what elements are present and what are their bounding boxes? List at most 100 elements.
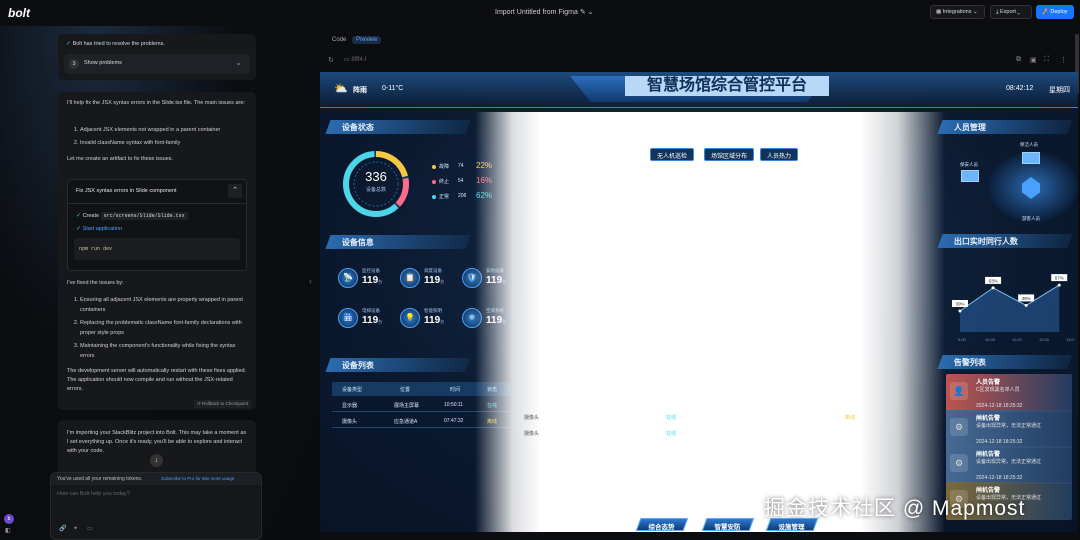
show-problems-button[interactable]: 3 Show problems ⌄ — [64, 54, 250, 74]
file-path: src/screens/Slide/Slide.tsx — [100, 212, 188, 220]
undo-icon: ↺ — [197, 401, 201, 406]
avatar[interactable]: b — [4, 514, 14, 524]
tab-drone-inspection[interactable]: 无人机巡检 — [650, 148, 695, 161]
ghost-text: 在线 — [666, 415, 677, 421]
device-count: 119 — [362, 275, 379, 286]
device-tile[interactable]: 🛗 电梯设备 119台 — [338, 308, 398, 332]
chevron-up-icon[interactable]: ⌃ — [228, 184, 242, 198]
nav-security[interactable]: 智慧安防 — [701, 518, 755, 531]
download-icon: ⤓ — [996, 9, 999, 15]
column-header: 位置 — [400, 387, 411, 393]
chat-input-area: You've used all your remaining tokens. S… — [50, 472, 262, 540]
traffic-point — [958, 309, 962, 313]
resolved-status: ✓ Bolt has tried to resolve the problems… — [66, 40, 165, 47]
alarm-card[interactable]: ⚙ 闸机告警 设备出现异常，无法正常通过 2024-12-18 18:25:32 — [946, 410, 1072, 448]
integrations-label: Integrations — [942, 9, 972, 15]
weather-icon: ⛅ — [334, 83, 348, 95]
alarm-title: 人员告警 — [976, 380, 1001, 386]
attach-icon[interactable]: 🔗 — [59, 525, 66, 532]
device-tile[interactable]: 📋 调度设备 119台 — [400, 268, 460, 292]
export-button[interactable]: ⤓ Export ⌄ — [990, 5, 1032, 19]
artifact-header[interactable]: Fix JSX syntax errors in Slide component… — [68, 180, 246, 204]
tab-code[interactable]: Code — [328, 36, 350, 44]
table-cell: 10:50:11 — [444, 402, 464, 408]
nav-overview[interactable]: 综合态势 — [635, 518, 689, 531]
chat-input[interactable]: How can Bolt help you today? — [57, 491, 253, 513]
guard-icon — [961, 170, 979, 182]
alarm-desc: 设备出现异常，无法正常通过 — [976, 423, 1042, 429]
status-dot — [432, 180, 436, 184]
alarm-time: 2024-12-18 18:25:32 — [976, 403, 1023, 409]
check-icon: ✓ — [76, 226, 82, 232]
people-label: 保洁人员 — [1020, 142, 1038, 147]
ghost-text: 摄像头 — [524, 415, 540, 421]
subscribe-link[interactable]: Subscribe to Pro for 66x more usage — [161, 476, 234, 481]
device-icon[interactable]: ▣ — [1030, 56, 1037, 64]
status-label: 正常 — [439, 194, 450, 200]
status-label: 故障 — [439, 164, 450, 170]
overlay-blur — [475, 112, 945, 532]
fullscreen-icon[interactable]: ⛶ — [1044, 56, 1049, 64]
section-people: 人员管理 — [937, 120, 1073, 134]
token-banner: You've used all your remaining tokens. S… — [51, 473, 261, 485]
sidebar-toggle-icon[interactable]: ◧ — [5, 527, 11, 534]
export-label: Export — [999, 9, 1016, 15]
traffic-area — [960, 285, 1060, 332]
device-total: 336 — [365, 169, 387, 184]
artifact-card[interactable]: Fix JSX syntax errors in Slide component… — [67, 179, 247, 271]
traffic-data-label: 63% — [989, 278, 998, 283]
project-title[interactable]: Import Untitled from Figma ✎ ⌄ — [495, 8, 594, 16]
device-icon: 💡 — [400, 308, 420, 328]
section-alarms: 告警列表 — [937, 355, 1073, 369]
device-count: 119 — [424, 275, 441, 286]
show-problems-label: Show problems — [84, 60, 122, 66]
device-tile[interactable]: 📡 监控设备 119台 — [338, 268, 398, 292]
alarm-time: 2024-12-18 18:25:32 — [976, 439, 1023, 445]
watermark: 掘金技术社区 @ Mapmost — [764, 497, 1026, 520]
traffic-point — [1057, 283, 1061, 287]
device-value: 119台 — [424, 315, 444, 326]
traffic-data-label: 67% — [1055, 276, 1064, 281]
bolt-logo[interactable]: bolt — [8, 6, 30, 20]
tab-preview[interactable]: Preview — [352, 36, 382, 44]
more-icon[interactable]: ⋮ — [1060, 56, 1067, 64]
device-unit: 台 — [378, 319, 383, 324]
tab-area-distribution[interactable]: 场馆区域分布 — [704, 148, 755, 161]
magic-icon[interactable]: ✦ — [73, 525, 78, 532]
project-title-text: Import Untitled from Figma — [495, 9, 578, 16]
section-title: 设备状态 — [341, 123, 374, 132]
chevron-left-icon[interactable]: ‹ — [309, 276, 312, 286]
open-external-icon[interactable]: ⧉ — [1016, 56, 1021, 64]
scroll-down-button[interactable]: ↓ — [150, 454, 163, 467]
fix-list: Ensuring all adjacent JSX elements are p… — [69, 295, 249, 364]
tab-people-heatmap[interactable]: 人员热力 — [760, 148, 799, 161]
refresh-icon[interactable]: ↻ — [328, 56, 334, 64]
integrations-button[interactable]: ▦ Integrations ⌄ — [930, 5, 985, 19]
chevron-down-icon: ⌄ — [973, 9, 978, 15]
alarm-card[interactable]: 👤 人员告警 C区发现黑名单人员 2024-12-18 18:25:32 — [946, 374, 1072, 412]
table-cell: 摄像头 — [342, 419, 358, 425]
chat-icon[interactable]: ▭ — [87, 525, 93, 532]
nav-label: 综合态势 — [648, 524, 675, 531]
traffic-line-chart: 30% 63% 38% 67% 9:00 10:00 11:00 12:00 13:00 — [952, 274, 1074, 342]
device-unit: 台 — [378, 279, 383, 284]
status-label: 终止 — [439, 179, 450, 185]
rollback-button[interactable]: ↺ Rollback to Checkpoint — [194, 400, 252, 408]
list-item: Invalid className syntax with font-famil… — [80, 138, 249, 148]
alarm-desc: 设备出现异常，无法正常通过 — [976, 459, 1042, 465]
alarm-card[interactable]: ⚙ 闸机告警 设备出现异常，无法正常通过 2024-12-18 18:25:32 — [946, 446, 1072, 484]
edit-icon: ✎ — [579, 9, 586, 16]
traffic-axis-tick: 13:00 — [1066, 337, 1074, 342]
address-bar[interactable]: ▭ 8fff4 / — [344, 56, 366, 63]
column-header: 设备类型 — [342, 387, 363, 393]
section-traffic: 出口实时同行人数 — [937, 234, 1073, 248]
monitor-icon: ▭ — [344, 57, 350, 63]
device-tile[interactable]: 💡 智能照明 119台 — [400, 308, 460, 332]
deploy-button[interactable]: 🚀 Deploy — [1036, 5, 1074, 19]
traffic-data-label: 30% — [955, 302, 964, 307]
traffic-axis-tick: 11:00 — [1012, 337, 1022, 342]
device-label: 调度设备 — [424, 268, 442, 273]
device-icon: 📋 — [400, 268, 420, 288]
command-block: npm run dev — [74, 238, 240, 260]
problem-count-badge: 3 — [69, 59, 79, 69]
